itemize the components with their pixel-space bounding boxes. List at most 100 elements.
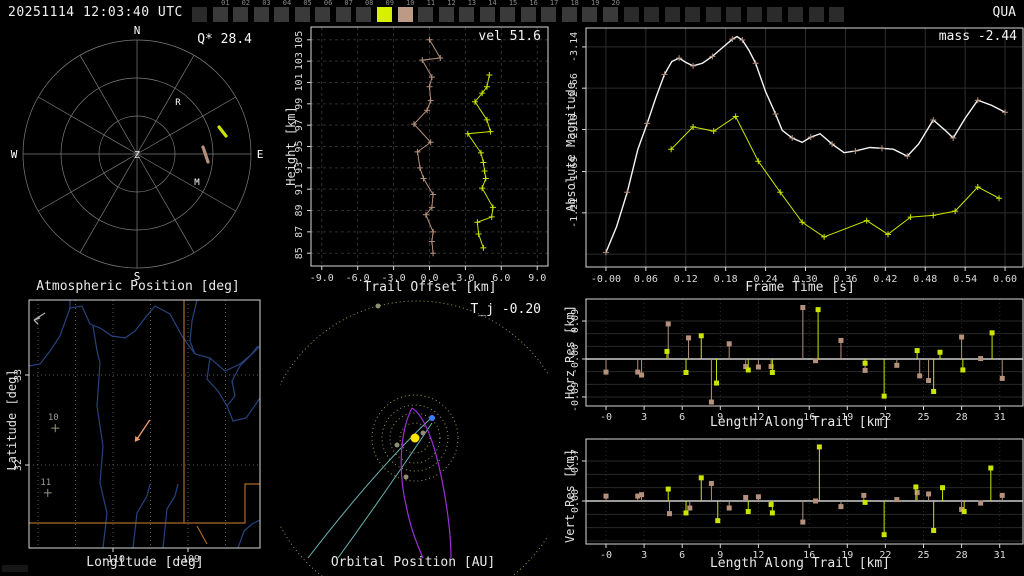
frame-thumbnail-15[interactable]: 15 — [500, 0, 517, 22]
frame-thumbnail-09[interactable]: 09 — [376, 0, 394, 22]
svg-text:0.60: 0.60 — [993, 274, 1017, 285]
velocity-label: vel 51.6 — [478, 29, 541, 44]
q-value-label: Q* 28.4 — [197, 32, 252, 47]
svg-text:31: 31 — [994, 550, 1006, 561]
map-xlabel: Longitude [deg] — [86, 555, 204, 570]
frame-thumbnail-05[interactable]: 05 — [294, 0, 312, 22]
frame-thumbnail-19[interactable]: 19 — [582, 0, 599, 22]
frame-thumbnail-blank[interactable] — [644, 7, 660, 22]
fine-print — [2, 565, 28, 572]
svg-text:-3.14: -3.14 — [569, 32, 580, 62]
svg-text:101: 101 — [294, 73, 305, 91]
frame-number-label: 02 — [241, 0, 251, 7]
svg-text:0.54: 0.54 — [953, 274, 977, 285]
svg-text:11: 11 — [40, 478, 51, 488]
svg-text:103: 103 — [294, 52, 305, 70]
frame-number-label: 11 — [426, 0, 436, 7]
frame-number-label: 14 — [488, 0, 497, 7]
frame-thumbnail-20[interactable]: 20 — [603, 0, 620, 22]
sky-title: Atmospheric Position [deg] — [36, 279, 240, 294]
mass-label: mass -2.44 — [938, 29, 1017, 44]
res-horz-xlabel: Length Along Trail [km] — [709, 415, 890, 430]
frame-thumbnail-06[interactable]: 06 — [315, 0, 332, 22]
frame-thumbnail-11[interactable]: 11 — [418, 0, 435, 22]
meteor-analysis-screen: 20251114 12:03:40 UTC 01 02 03 04 05 06 07 08 09… — [0, 0, 1024, 576]
svg-text:10: 10 — [48, 413, 59, 423]
frame-thumbnail-01[interactable]: 01 — [212, 0, 230, 22]
frame-thumbnail-blank[interactable] — [808, 7, 824, 22]
frame-thumbnail-10[interactable]: 10 — [397, 0, 415, 22]
lightcurve-xlabel: Frame Time [s] — [745, 280, 855, 295]
frame-thumbnail-blank[interactable] — [726, 7, 742, 22]
ground-track-map: 1011-110 -1093332 — [13, 299, 261, 565]
svg-text:W: W — [11, 148, 18, 161]
frame-thumbnail-04[interactable]: 04 — [274, 0, 291, 22]
frame-number-label: 20 — [611, 0, 620, 7]
frame-number-label: 15 — [508, 0, 518, 7]
svg-text:M: M — [194, 178, 200, 188]
frame-thumbnail-02[interactable]: 02 — [233, 0, 250, 22]
timestamp: 20251114 12:03:40 UTC — [8, 5, 183, 20]
frame-number-label: 06 — [323, 0, 333, 7]
frame-thumbnail-03[interactable]: 03 — [253, 0, 271, 22]
frame-thumbnail-07[interactable]: 07 — [335, 0, 353, 22]
svg-text:E: E — [257, 148, 264, 161]
frame-number-label: 10 — [406, 0, 415, 7]
svg-text:0.06: 0.06 — [634, 274, 658, 285]
trail-offset-chart: -9.0 -6.0 -3.0 0.0 3.0 6.0 9.08587899193959799… — [294, 26, 549, 284]
frame-thumbnail-18[interactable]: 18 — [561, 0, 579, 22]
frame-number-label: 01 — [221, 0, 230, 7]
svg-text:3: 3 — [641, 550, 647, 561]
residuals-charts: -0 3 6 9 12 16 19 22 25 28 310.09-0.00-0.09-0 3 6 9 12… — [570, 298, 1024, 561]
frame-number-label: 12 — [447, 0, 456, 7]
svg-text:-0: -0 — [600, 550, 612, 561]
svg-text:-0.00: -0.00 — [591, 274, 621, 285]
svg-text:89: 89 — [294, 204, 305, 216]
res-vert-ylabel: Vert Res [km] — [563, 449, 577, 543]
frame-thumbnail-blank[interactable] — [664, 7, 680, 22]
orbit-title: Orbital Position [AU] — [330, 555, 496, 570]
frame-thumbnail-blank[interactable] — [746, 7, 762, 22]
frame-thumbnail-13[interactable]: 13 — [459, 0, 476, 22]
frame-number-label: 17 — [549, 0, 559, 7]
orbit-chart — [280, 300, 548, 576]
svg-text:31: 31 — [994, 412, 1006, 423]
tisserand-label: T_j -0.20 — [470, 302, 541, 317]
frame-thumbnail-blank[interactable] — [705, 7, 721, 22]
svg-text:28: 28 — [956, 412, 968, 423]
frame-number-label: 13 — [467, 0, 477, 7]
res-horz-ylabel: Horz Res [km] — [563, 305, 577, 399]
svg-text:87: 87 — [294, 226, 305, 238]
svg-text:105: 105 — [294, 31, 305, 49]
frame-thumbnail-blank[interactable] — [787, 7, 803, 22]
frame-number-label: 16 — [529, 0, 538, 7]
frame-thumbnail-16[interactable]: 16 — [520, 0, 538, 22]
frame-thumbnail-08[interactable]: 08 — [356, 0, 373, 22]
frame-thumbnail-17[interactable]: 17 — [541, 0, 558, 22]
frame-thumbnail-14[interactable]: 14 — [479, 0, 497, 22]
frame-number-label: 05 — [303, 0, 312, 7]
frame-thumbnail-blank[interactable] — [623, 7, 639, 22]
frame-number-label: 08 — [364, 0, 374, 7]
frame-thumbnail-blank[interactable] — [685, 7, 701, 22]
frame-thumbnail-blank[interactable] — [192, 7, 207, 22]
svg-text:85: 85 — [294, 247, 305, 259]
frame-thumbnail-blank[interactable] — [829, 7, 845, 22]
map-ylabel: Latitude [deg] — [5, 369, 19, 471]
station-code: QUA — [992, 5, 1016, 20]
frame-number-label: 04 — [282, 0, 292, 7]
frame-thumbnail-12[interactable]: 12 — [438, 0, 456, 22]
lightcurve-chart: -0.00 0.06 0.12 0.18 0.24 0.30 0.36 0.42 0.48 0.5… — [569, 27, 1024, 285]
svg-text:-0: -0 — [600, 412, 612, 423]
lightcurve-ylabel: Absolute Magnitude — [564, 81, 578, 213]
frame-thumbnail-blank[interactable] — [767, 7, 783, 22]
profile-xlabel: Trail Offset [km] — [363, 280, 497, 295]
frame-number-label: 09 — [385, 0, 394, 7]
sky-position-chart: NESW ZRM — [11, 24, 264, 283]
svg-text:Z: Z — [134, 150, 140, 161]
svg-text:28: 28 — [956, 550, 968, 561]
profile-ylabel: Height [km] — [284, 106, 298, 186]
frame-number-label: 19 — [591, 0, 600, 7]
frame-number-label: 07 — [344, 0, 353, 7]
svg-text:3: 3 — [641, 412, 647, 423]
